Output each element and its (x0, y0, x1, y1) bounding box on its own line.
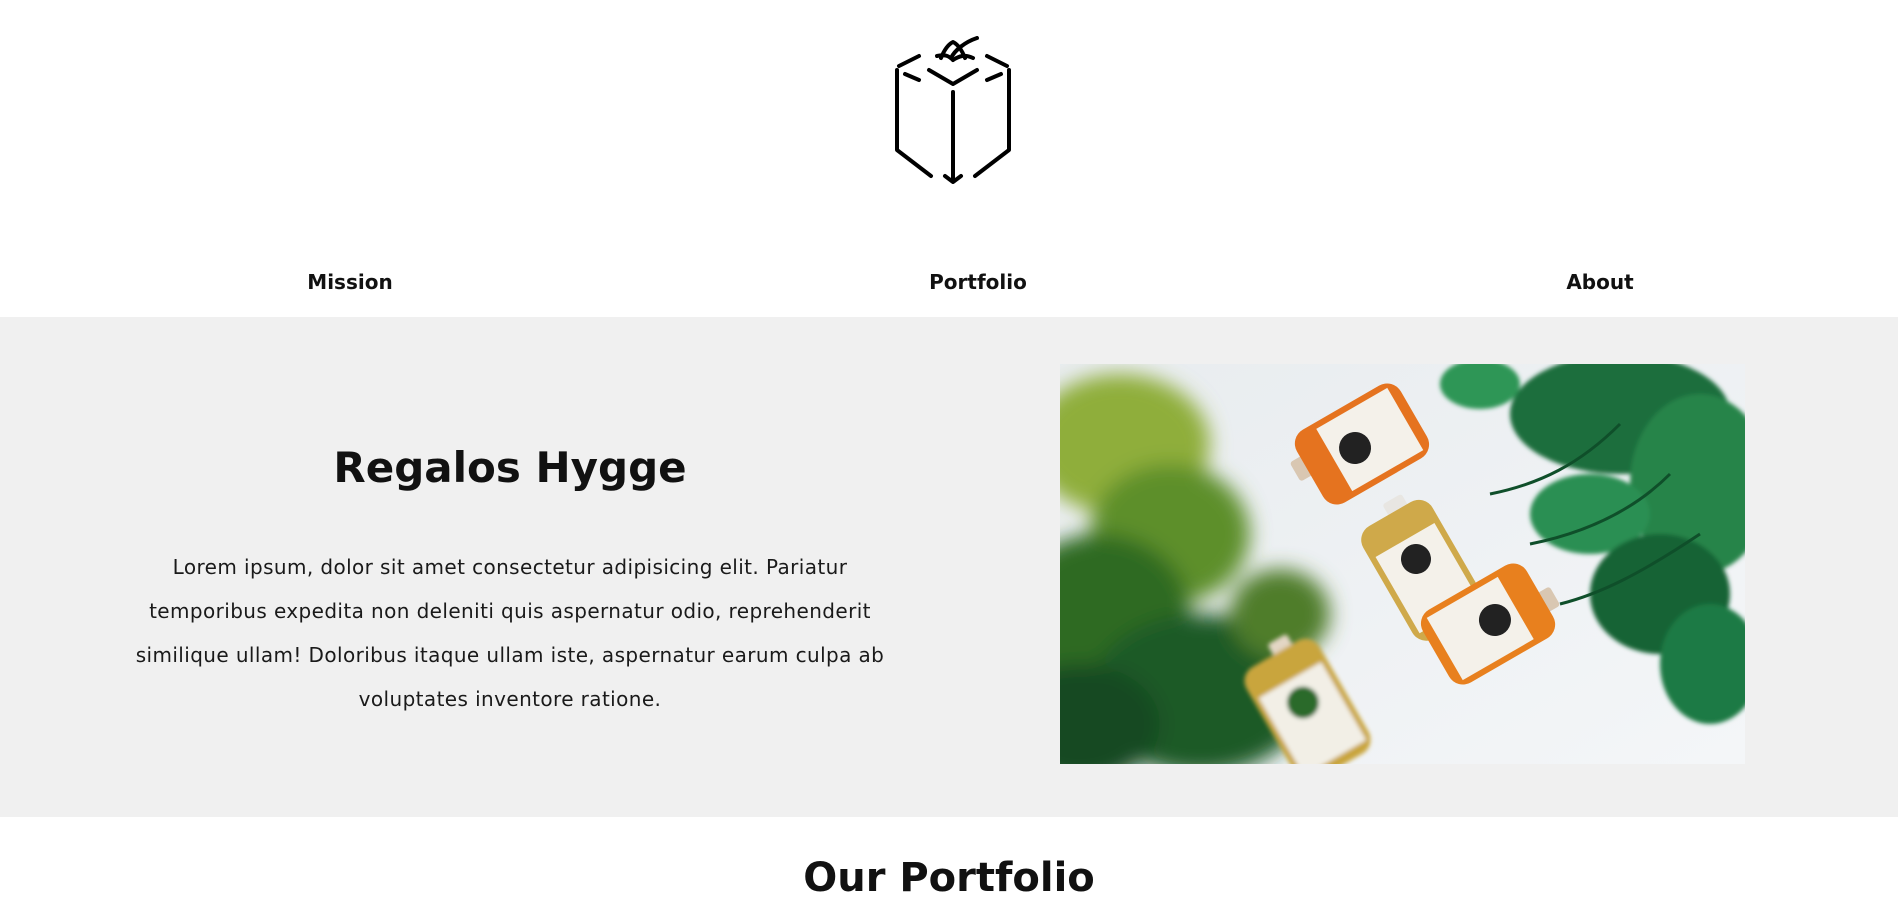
hero-image (1060, 364, 1745, 764)
hero-description: Lorem ipsum, dolor sit amet consectetur … (135, 555, 885, 711)
portfolio-title: Our Portfolio (803, 855, 1095, 901)
nav-item-portfolio[interactable]: Portfolio (929, 262, 1027, 302)
main-nav: Mission Portfolio About (0, 262, 1898, 302)
hero-title: Regalos Hygge (333, 443, 687, 492)
page: Mission Portfolio About Regalos Hygge Lo… (0, 0, 1898, 916)
site-header (0, 0, 1898, 200)
juice-bottles-photo (1060, 364, 1745, 764)
nav-item-mission[interactable]: Mission (307, 262, 392, 302)
hero-section: Regalos Hygge Lorem ipsum, dolor sit ame… (0, 317, 1898, 817)
nav-item-about[interactable]: About (1566, 262, 1633, 302)
gift-box-logo-icon[interactable] (889, 36, 1017, 184)
